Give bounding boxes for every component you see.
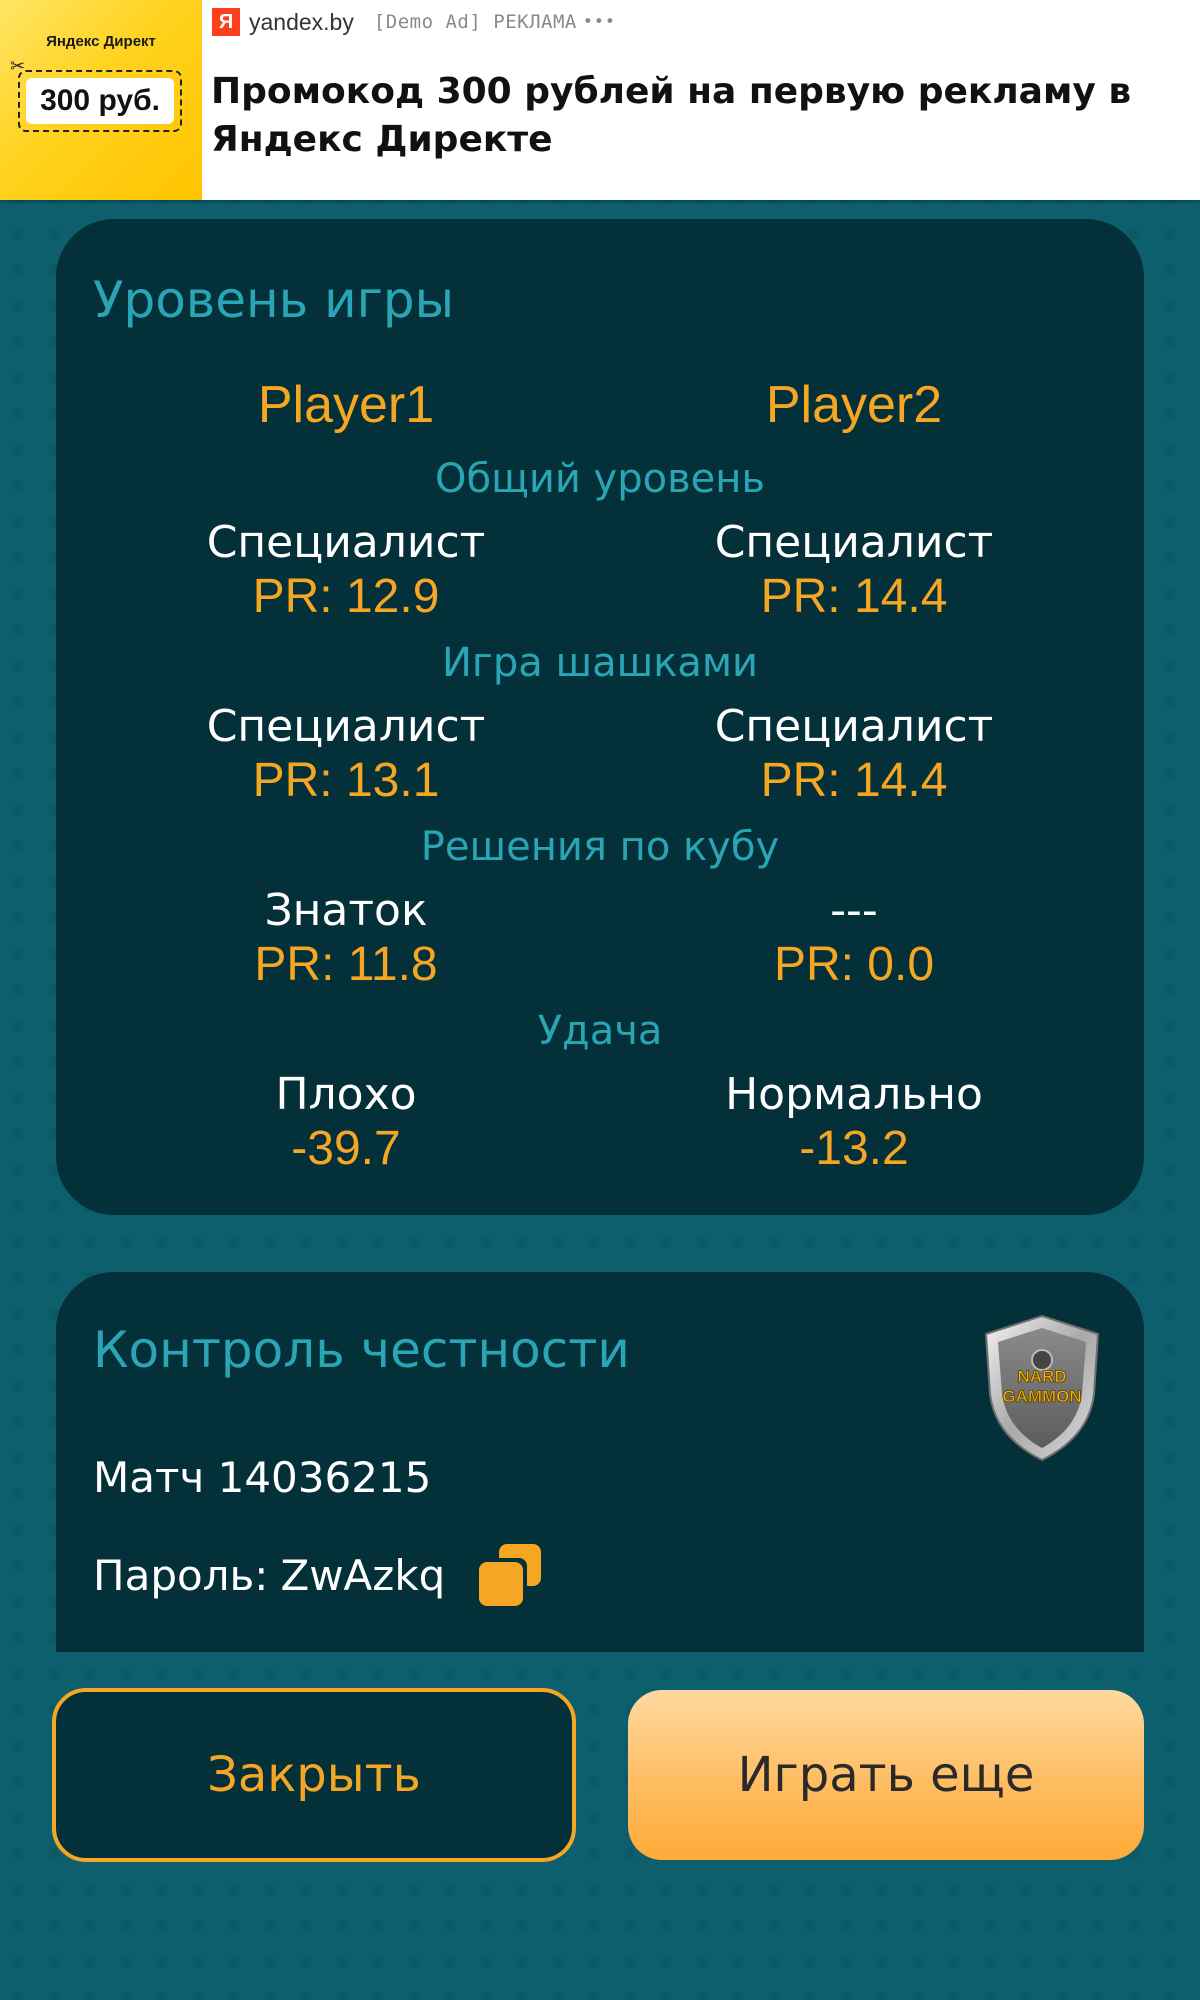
player2-pr-cube-decisions: PR: 0.0 <box>773 938 935 991</box>
ad-image-brand: Яндекс Директ <box>0 33 202 50</box>
section-label-luck: Удача <box>537 1008 663 1054</box>
close-button-label: Закрыть <box>207 1747 421 1803</box>
section-label-overall: Общий уровень <box>435 456 765 502</box>
password-value: ZwAzkq <box>280 1550 446 1600</box>
ad-image[interactable]: Яндекс Директ ✂ 300 руб. <box>0 0 202 200</box>
player2-pr-checker-play: PR: 14.4 <box>760 754 948 807</box>
svg-text:GAMMON: GAMMON <box>1002 1387 1081 1406</box>
svg-text:NARD: NARD <box>1017 1367 1066 1386</box>
player1-pr-overall: PR: 12.9 <box>252 570 440 623</box>
player1-pr-cube-decisions: PR: 11.8 <box>254 938 438 991</box>
game-level-card: Уровень игры Player1 Player2 Общий урове… <box>56 219 1144 1215</box>
player1-rank-luck: Плохо <box>275 1069 417 1120</box>
player2-name: Player2 <box>765 376 943 434</box>
player2-rank-overall: Специалист <box>714 517 994 568</box>
player2-rank-cube-decisions: --- <box>830 885 878 936</box>
ad-coupon-text: 300 руб. <box>26 78 174 124</box>
match-number: Матч 14036215 <box>93 1453 432 1502</box>
yandex-logo-icon: Я <box>212 8 240 36</box>
ad-image-brand-text: Яндекс Директ <box>46 33 156 50</box>
nardgammon-shield-logo: NARD GAMMON <box>984 1314 1100 1462</box>
ad-label: [Demo Ad] РЕКЛАМА <box>373 11 577 33</box>
game-level-title: Уровень игры <box>93 271 455 329</box>
player1-rank-checker-play: Специалист <box>206 701 486 752</box>
ad-coupon: 300 руб. <box>18 70 182 132</box>
player2-rank-checker-play: Специалист <box>714 701 994 752</box>
fairness-control-title: Контроль честности <box>93 1321 630 1379</box>
play-again-button[interactable]: Играть еще <box>628 1690 1144 1860</box>
password-label: Пароль: <box>93 1550 269 1600</box>
close-button[interactable]: Закрыть <box>52 1688 576 1862</box>
player2-luck-value: -13.2 <box>799 1122 909 1175</box>
password-row: Пароль: ZwAzkq <box>93 1540 542 1610</box>
player1-rank-overall: Специалист <box>206 517 486 568</box>
player2-rank-luck: Нормально <box>725 1069 983 1120</box>
player1-pr-checker-play: PR: 13.1 <box>252 754 440 807</box>
ad-title[interactable]: Промокод 300 рублей на первую рекламу в … <box>211 68 1171 164</box>
player1-name: Player1 <box>257 376 435 434</box>
copy-icon[interactable] <box>479 1544 542 1606</box>
play-again-button-label: Играть еще <box>737 1747 1035 1803</box>
player2-pr-overall: PR: 14.4 <box>760 570 948 623</box>
player1-luck-value: -39.7 <box>291 1122 401 1175</box>
ad-domain[interactable]: yandex.by <box>249 9 354 36</box>
player1-rank-cube-decisions: Знаток <box>264 885 428 936</box>
ad-banner[interactable]: Яндекс Директ ✂ 300 руб. Я yandex.by [De… <box>0 0 1200 200</box>
section-label-cube-decisions: Решения по кубу <box>420 824 780 870</box>
more-options-icon[interactable]: ••• <box>583 12 616 32</box>
fairness-control-card: Контроль честности NARD GAMMON Матч 1403… <box>56 1272 1144 1652</box>
ad-source-row: Я yandex.by [Demo Ad] РЕКЛАМА ••• <box>212 8 616 36</box>
section-label-checker-play: Игра шашками <box>441 640 759 686</box>
